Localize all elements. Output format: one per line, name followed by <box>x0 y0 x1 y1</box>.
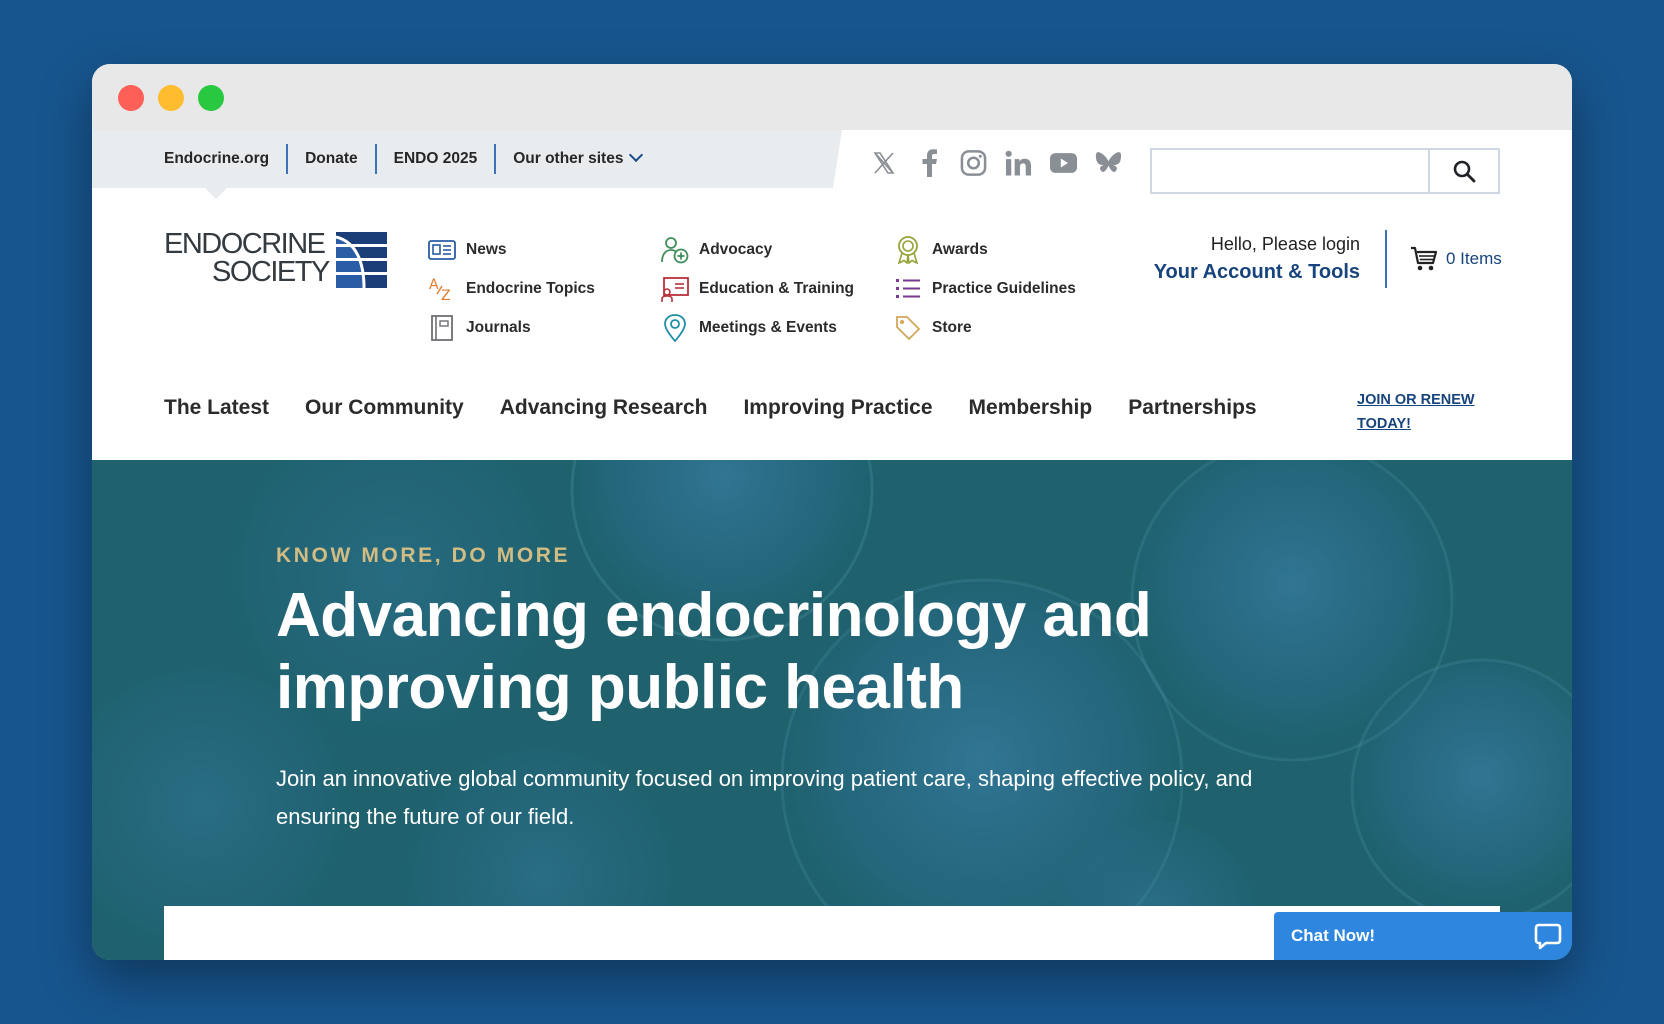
nav-partnerships[interactable]: Partnerships <box>1128 396 1256 420</box>
nav-improving-practice[interactable]: Improving Practice <box>743 396 932 420</box>
quick-link-label: Awards <box>932 240 988 258</box>
search-box <box>1150 148 1500 194</box>
hero-eyebrow: KNOW MORE, DO MORE <box>276 544 571 567</box>
hero-subtext: Join an innovative global community focu… <box>276 766 1253 829</box>
bluesky-icon[interactable] <box>1095 148 1122 178</box>
social-links <box>870 148 1122 178</box>
minimize-window-button[interactable] <box>158 85 184 111</box>
chat-now-button[interactable]: Chat Now! <box>1274 912 1572 960</box>
hero-banner: KNOW MORE, DO MORE Advancing endocrinolo… <box>92 460 1572 960</box>
hero-content: KNOW MORE, DO MORE Advancing endocrinolo… <box>276 544 1336 836</box>
util-link-endocrine-org[interactable]: Endocrine.org <box>164 150 286 168</box>
quick-link-label: Endocrine Topics <box>466 279 595 297</box>
quick-links-column-3: Awards Practice Guidelines Store <box>894 230 1076 347</box>
cart-count: 0 Items <box>1446 249 1502 268</box>
quick-link-awards[interactable]: Awards <box>894 230 1076 269</box>
shopping-cart[interactable]: 0 Items <box>1410 246 1502 272</box>
search-icon <box>1453 160 1476 183</box>
instagram-icon[interactable] <box>960 148 987 178</box>
search-input[interactable] <box>1152 150 1428 192</box>
quick-link-advocacy[interactable]: Advocacy <box>661 230 854 269</box>
account-area: Hello, Please login Your Account & Tools <box>1154 234 1360 284</box>
divider <box>1385 230 1387 288</box>
svg-text:Z: Z <box>441 288 451 302</box>
location-pin-icon <box>661 313 689 342</box>
quick-link-label: Advocacy <box>699 240 773 258</box>
util-link-endo-2025[interactable]: ENDO 2025 <box>377 150 495 168</box>
quick-links-column-1: News AZ Endocrine Topics Journals <box>428 230 595 347</box>
award-icon <box>894 235 922 264</box>
join-renew-link[interactable]: JOIN OR RENEW TODAY! <box>1357 388 1497 436</box>
endocrine-society-logo[interactable]: ENDOCRINE SOCIETY <box>164 230 390 288</box>
journal-icon <box>428 314 456 342</box>
browser-window: Endocrine.org Donate ENDO 2025 Our other… <box>92 64 1572 960</box>
logo-line-2: SOCIETY <box>212 256 330 288</box>
az-icon: AZ <box>428 275 456 303</box>
nav-the-latest[interactable]: The Latest <box>164 396 269 420</box>
quick-link-label: News <box>466 240 507 258</box>
quick-link-journals[interactable]: Journals <box>428 308 595 347</box>
nav-our-community[interactable]: Our Community <box>305 396 464 420</box>
maximize-window-button[interactable] <box>198 85 224 111</box>
main-navigation: The Latest Our Community Advancing Resea… <box>164 396 1257 420</box>
quick-link-education-training[interactable]: Education & Training <box>661 269 854 308</box>
chevron-down-icon <box>629 147 644 163</box>
close-window-button[interactable] <box>118 85 144 111</box>
quick-link-label: Practice Guidelines <box>932 279 1076 297</box>
window-titlebar <box>92 64 1572 130</box>
quick-link-label: Education & Training <box>699 279 855 297</box>
x-icon[interactable] <box>870 148 897 178</box>
chat-bubble-icon <box>1534 923 1562 950</box>
quick-link-news[interactable]: News <box>428 230 595 269</box>
advocacy-icon <box>661 236 689 264</box>
presentation-icon <box>661 275 689 303</box>
tag-icon <box>894 314 922 342</box>
quick-link-meetings-events[interactable]: Meetings & Events <box>661 308 854 347</box>
logo-line-1: ENDOCRINE <box>164 228 326 260</box>
linkedin-icon[interactable] <box>1005 148 1032 178</box>
account-tools-link[interactable]: Your Account & Tools <box>1154 261 1360 284</box>
chat-label: Chat Now! <box>1291 926 1376 945</box>
other-sites-dropdown[interactable]: Our other sites <box>496 147 658 168</box>
util-link-donate[interactable]: Donate <box>288 150 375 168</box>
newspaper-icon <box>428 236 456 264</box>
cart-icon <box>1411 246 1438 271</box>
utility-links-panel: Endocrine.org Donate ENDO 2025 Our other… <box>92 130 842 188</box>
quick-link-store[interactable]: Store <box>894 308 1076 347</box>
search-button[interactable] <box>1428 150 1498 192</box>
quick-link-label: Store <box>932 318 972 336</box>
quick-link-practice-guidelines[interactable]: Practice Guidelines <box>894 269 1076 308</box>
active-site-pointer <box>205 188 227 199</box>
quick-link-label: Meetings & Events <box>699 318 837 336</box>
login-greeting: Hello, Please login <box>1210 234 1360 254</box>
youtube-icon[interactable] <box>1050 148 1077 178</box>
other-sites-label: Our other sites <box>513 150 624 167</box>
logo-mark-icon <box>336 232 387 288</box>
nav-membership[interactable]: Membership <box>969 396 1093 420</box>
svg-text:A: A <box>429 277 439 293</box>
list-icon <box>894 275 922 303</box>
quick-links-column-2: Advocacy Education & Training Meetings &… <box>661 230 854 347</box>
hero-headline: Advancing endocrinology and improving pu… <box>276 581 1152 722</box>
nav-advancing-research[interactable]: Advancing Research <box>500 396 708 420</box>
facebook-icon[interactable] <box>915 148 942 178</box>
quick-link-endocrine-topics[interactable]: AZ Endocrine Topics <box>428 269 595 308</box>
quick-link-label: Journals <box>466 318 531 336</box>
